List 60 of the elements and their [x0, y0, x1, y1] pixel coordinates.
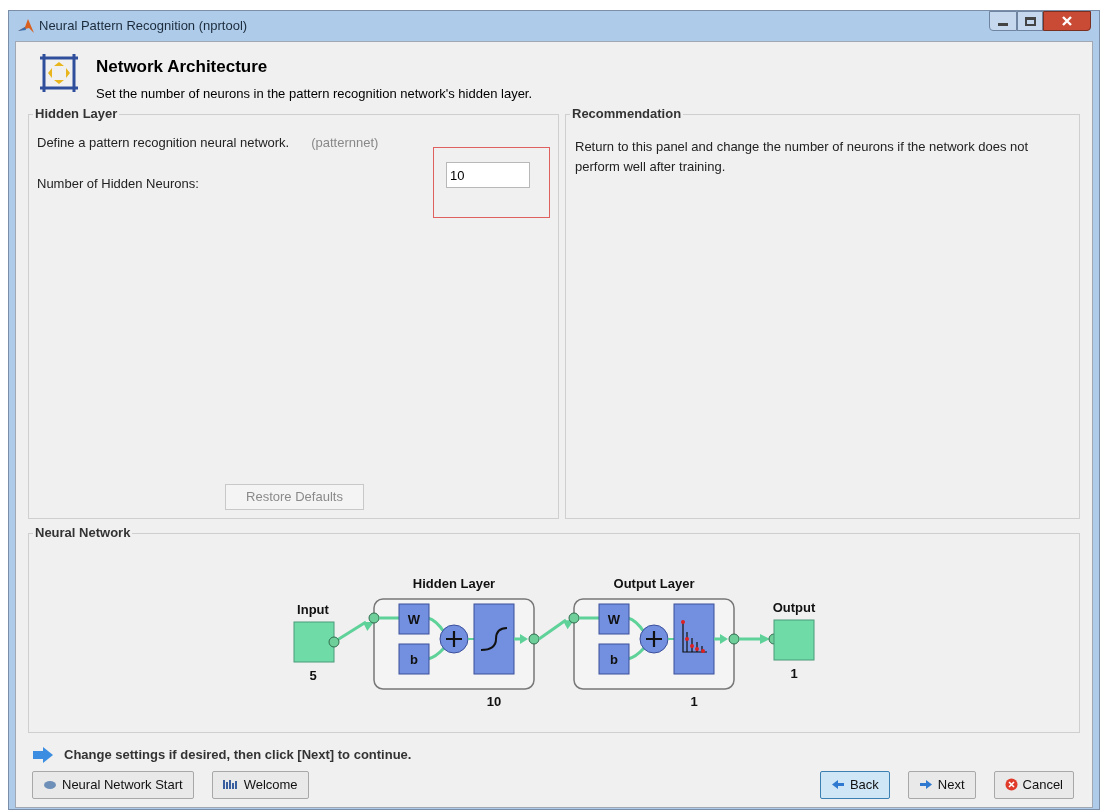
page-subtitle: Set the number of neurons in the pattern recognition network's hidden layer. [96, 84, 533, 103]
description-text: Define a pattern recognition neural network. [37, 134, 290, 152]
neurons-field[interactable]: 10 [446, 162, 530, 188]
field-label: Number of Hidden Neurons: [37, 176, 199, 191]
bias-block [598, 643, 630, 675]
app-logo-icon [17, 18, 35, 34]
start-button[interactable]: Neural Network Start [32, 770, 194, 799]
input-size: 5 [309, 668, 317, 683]
maximize-button[interactable] [1017, 11, 1043, 31]
panel-title: Hidden Layer [33, 106, 120, 122]
welcome-button[interactable]: Welcome [211, 770, 309, 799]
connector-arrow [714, 634, 728, 644]
weight-block [398, 603, 430, 635]
sum-icon [439, 624, 469, 654]
weight-label: W [607, 612, 621, 627]
cancel-button[interactable]: Cancel [993, 770, 1074, 799]
connector-node [528, 633, 540, 645]
connector-node [728, 633, 740, 645]
close-button[interactable] [1043, 11, 1091, 31]
output-size: 1 [790, 666, 798, 681]
next-button[interactable]: Next [907, 770, 976, 799]
layer-title: Hidden Layer [412, 576, 496, 591]
output-label: Output [772, 600, 816, 615]
input-block [293, 621, 335, 663]
cancel-icon [1004, 778, 1018, 791]
recommendation-text: Return to this panel and change the number of neurons if the network does not perform well after training. [575, 138, 1030, 176]
layer-size: 10 [486, 694, 502, 709]
connector-line [379, 616, 399, 620]
connector-node [368, 612, 380, 624]
connector-arrow [538, 618, 574, 641]
connector-arrow [514, 634, 528, 644]
back-arrow-icon [830, 779, 845, 790]
connector-line [579, 616, 599, 620]
sigmoid-block [473, 603, 515, 675]
connector-arrow [739, 634, 770, 644]
bias-label: b [410, 652, 418, 667]
sum-icon [639, 624, 669, 654]
minimize-button[interactable] [989, 11, 1017, 31]
back-button[interactable]: Back [819, 770, 890, 799]
softmax-block [673, 603, 715, 675]
weight-block [598, 603, 630, 635]
layer-title: Output Layer [613, 576, 695, 591]
weight-label: W [407, 612, 421, 627]
layer-size: 1 [690, 694, 698, 709]
architecture-icon [38, 52, 80, 94]
bias-block [398, 643, 430, 675]
connector-node [328, 636, 340, 648]
output-block [773, 619, 815, 661]
arrow-icon [32, 745, 54, 764]
page-title: Network Architecture [96, 56, 269, 78]
function-name: (patternnet) [311, 134, 379, 152]
close-icon [1061, 16, 1073, 26]
next-arrow-icon [918, 779, 933, 790]
window-title: Neural Pattern Recognition (nprtool) [39, 17, 248, 36]
connector-node [568, 612, 580, 624]
bars-icon [222, 779, 239, 790]
input-label: Input [297, 602, 329, 617]
network-icon [43, 779, 57, 790]
bias-label: b [610, 652, 618, 667]
hint-text: Change settings if desired, then click [Next] to continue. [64, 746, 412, 764]
